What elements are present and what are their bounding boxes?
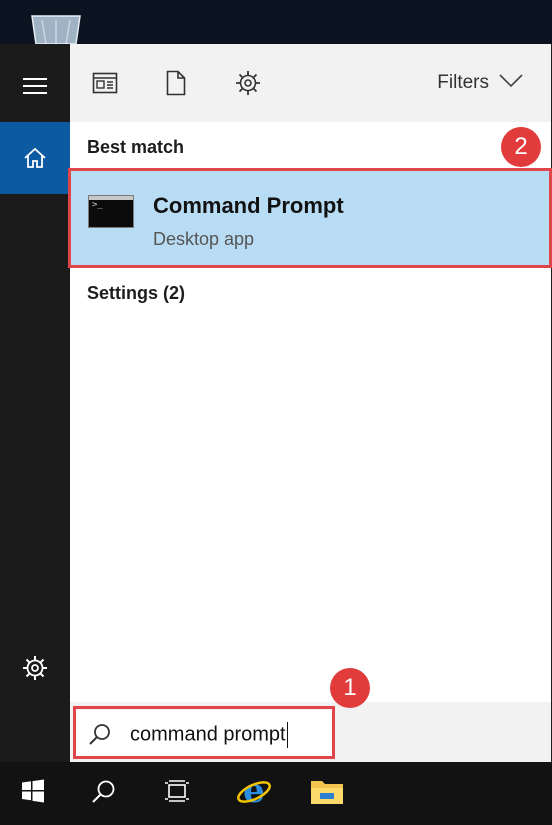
home-button[interactable] (0, 122, 70, 194)
internet-explorer-button[interactable]: e (221, 762, 287, 825)
internet-explorer-icon: e (236, 771, 272, 814)
taskbar: e (0, 762, 552, 825)
highlight-result (68, 168, 552, 268)
file-explorer-button[interactable] (294, 762, 360, 825)
expand-menu-button[interactable] (0, 50, 70, 122)
desktop-background (0, 0, 552, 45)
search-results-panel: Filters Best match >_ Command Prompt Des… (70, 44, 551, 762)
step-badge-1: 1 (330, 668, 370, 708)
highlight-search-box (73, 706, 335, 759)
file-explorer-icon (310, 777, 344, 810)
settings-icon (22, 655, 48, 681)
documents-icon (166, 70, 186, 101)
settings-icon (235, 70, 261, 101)
svg-text:e: e (243, 773, 265, 809)
taskbar-search-button[interactable] (71, 762, 137, 825)
search-icon (91, 778, 117, 809)
task-view-icon (164, 779, 190, 808)
apps-icon (92, 72, 118, 99)
documents-filter-button[interactable] (161, 70, 191, 100)
filters-label: Filters (437, 72, 489, 93)
recycle-bin-icon (26, 10, 86, 45)
apps-filter-button[interactable] (90, 70, 120, 100)
best-match-heading: Best match (87, 137, 185, 157)
start-rail (0, 44, 70, 762)
hamburger-icon (22, 77, 48, 95)
start-button[interactable] (0, 762, 66, 825)
filters-dropdown[interactable]: Filters (437, 72, 523, 94)
start-menu: Filters Best match >_ Command Prompt Des… (0, 44, 552, 762)
results-toolbar: Filters (70, 44, 551, 122)
settings-filter-button[interactable] (233, 70, 263, 100)
step-badge-2: 2 (501, 127, 541, 167)
settings-heading[interactable]: Settings (2) (87, 283, 185, 304)
task-view-button[interactable] (144, 762, 210, 825)
chevron-down-icon (499, 72, 523, 94)
settings-button[interactable] (0, 632, 70, 704)
windows-start-icon (21, 779, 45, 808)
home-icon (23, 147, 47, 169)
